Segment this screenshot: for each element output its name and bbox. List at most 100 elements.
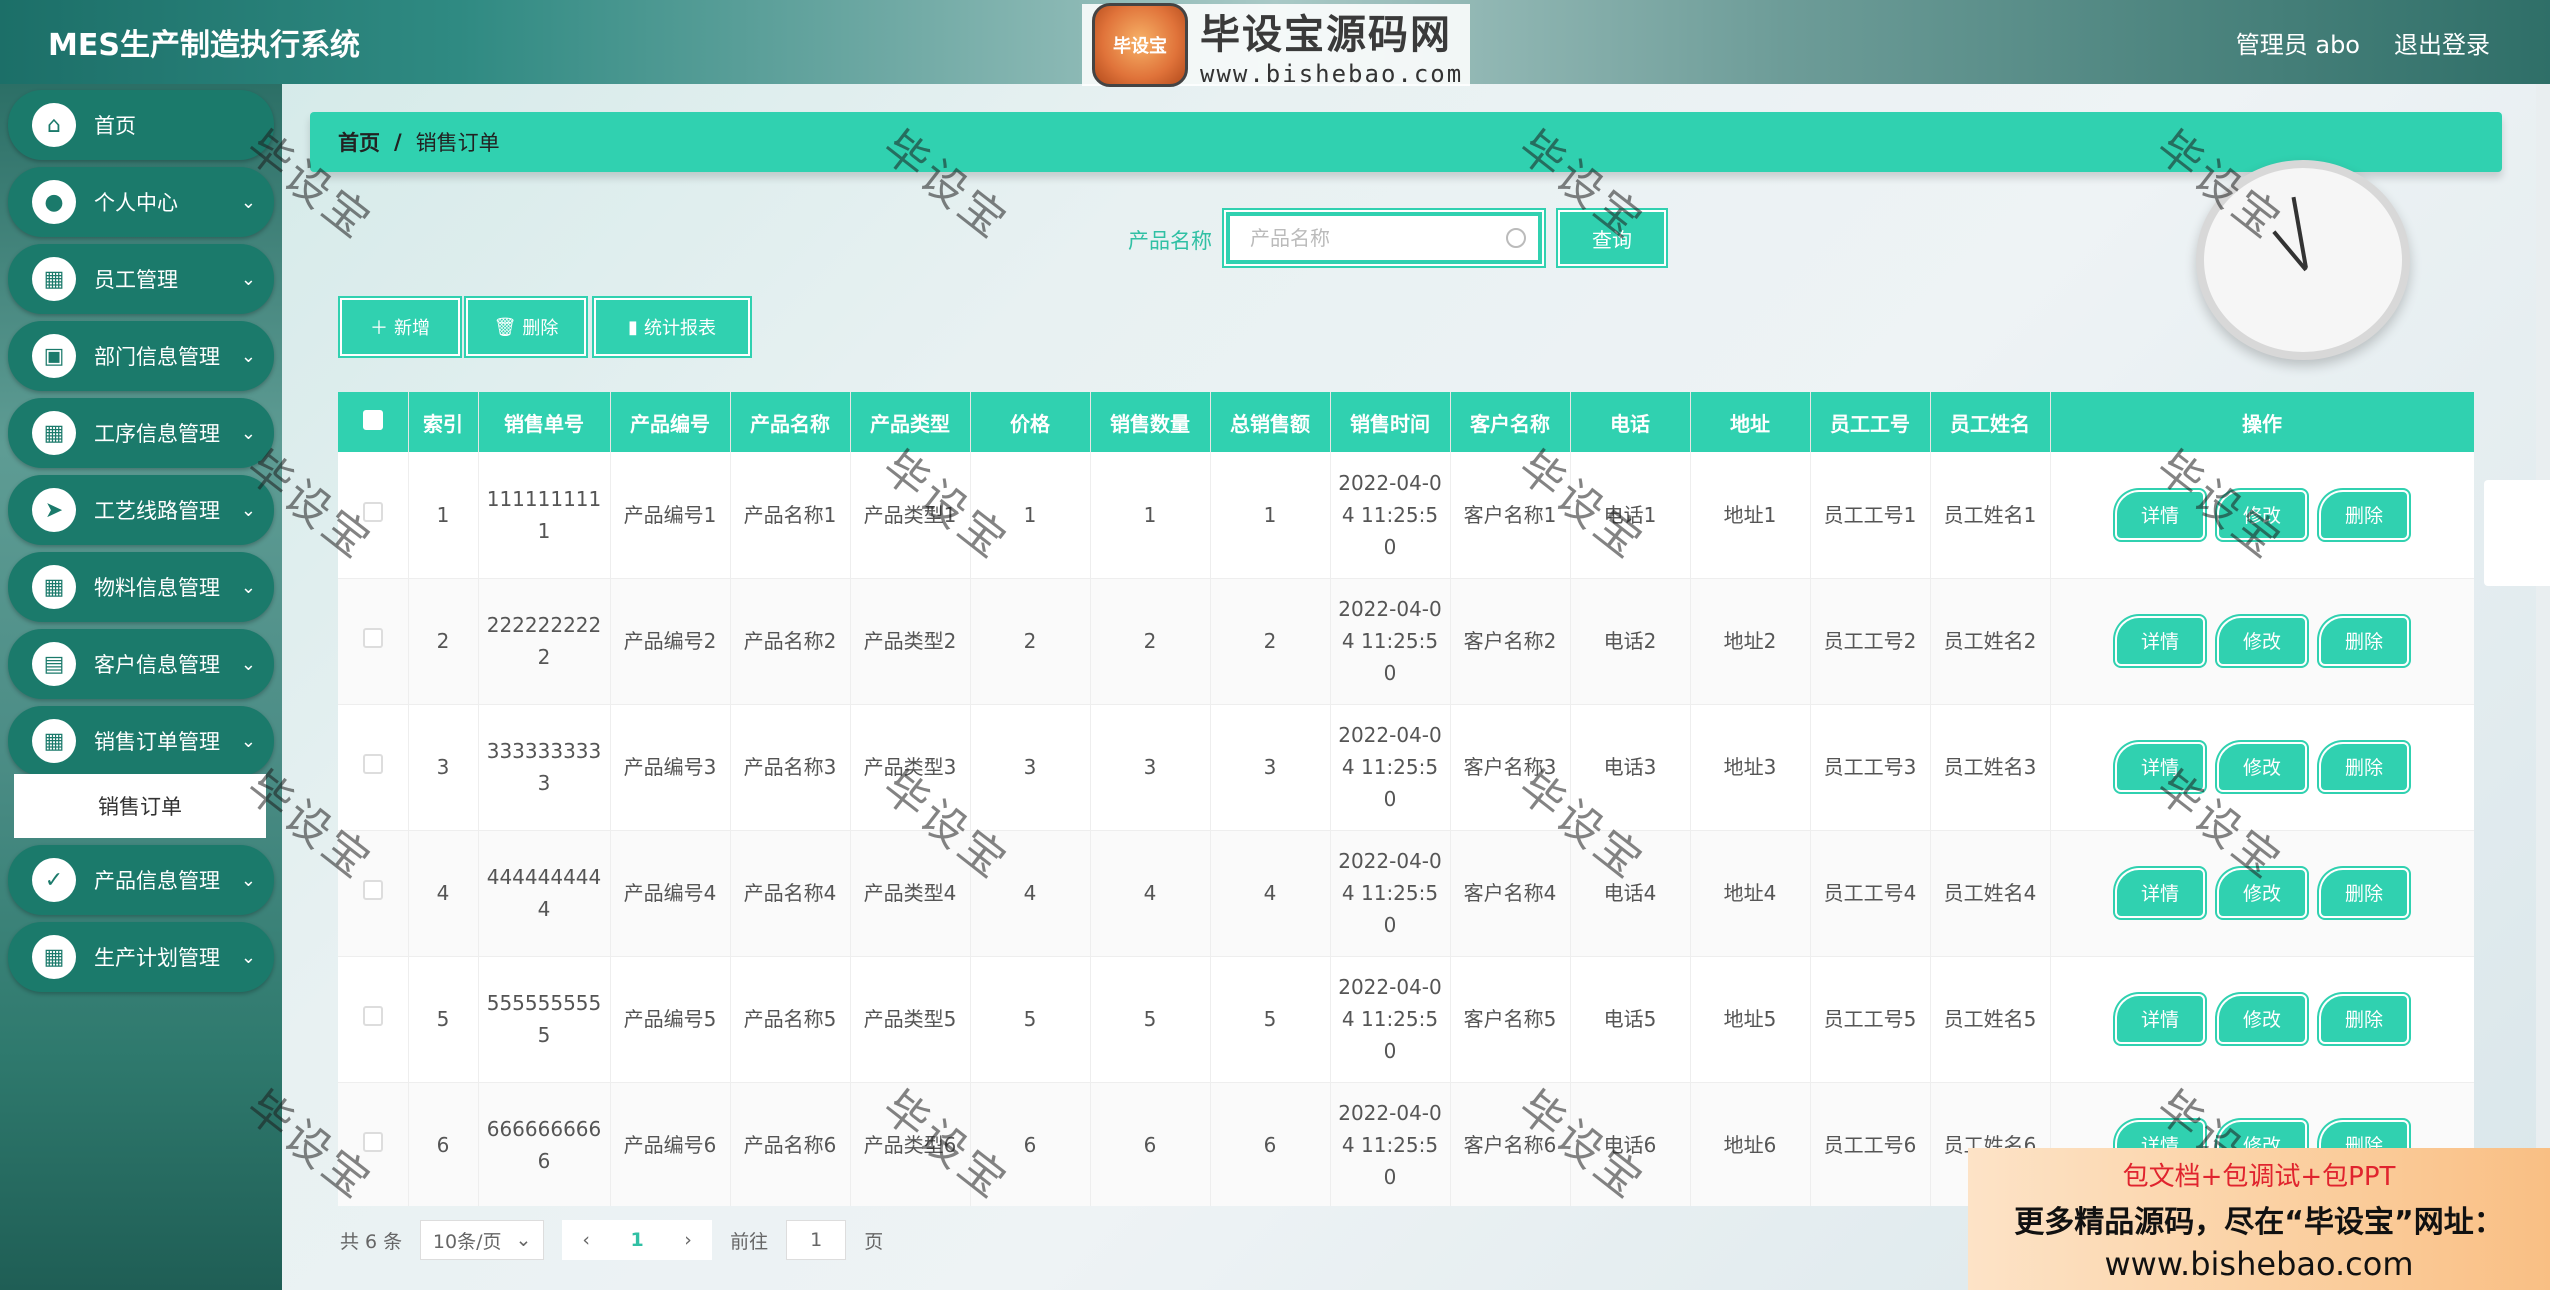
- goto-prefix: 前往: [730, 1230, 769, 1253]
- table-row: 1 1111111111 产品编号1 产品名称1 产品类型1 1 1 1 2022-04-04 …: [338, 452, 2474, 579]
- admin-user-label[interactable]: 管理员 abo: [2236, 25, 2360, 60]
- sidebar-item-employee[interactable]: ▦ 员工管理 ⌄: [8, 244, 274, 314]
- search-label: 产品名称: [1128, 229, 1212, 253]
- edit-button[interactable]: 修改: [2219, 744, 2305, 790]
- table-cell: 2: [970, 578, 1091, 705]
- edit-button[interactable]: 修改: [2219, 618, 2305, 664]
- delete-row-button[interactable]: 删除: [2321, 870, 2407, 916]
- table-cell: 2: [1210, 578, 1331, 705]
- breadcrumb-home[interactable]: 首页: [338, 127, 380, 157]
- delete-button[interactable]: 🗑 删除: [468, 300, 584, 354]
- plus-icon: ＋: [370, 318, 388, 339]
- sidebar-item-production-plan[interactable]: ▦ 生产计划管理 ⌄: [8, 922, 274, 992]
- sidebar-item-product[interactable]: ✓ 产品信息管理 ⌄: [8, 845, 274, 915]
- goto-page-input[interactable]: 1: [786, 1220, 847, 1260]
- action-cell: 详情 修改 删除: [2050, 956, 2474, 1083]
- chevron-down-icon: ⌄: [240, 191, 256, 213]
- table-cell: 2022-04-04 11:25:50: [1330, 830, 1451, 957]
- table-cell: 产品类型5: [850, 956, 971, 1083]
- sidebar-item-process[interactable]: ▦ 工序信息管理 ⌄: [8, 398, 274, 468]
- add-button[interactable]: ＋ 新增: [342, 300, 458, 354]
- row-checkbox[interactable]: [338, 830, 409, 957]
- header-user-area: 管理员 abo 退出登录: [2236, 25, 2550, 60]
- detail-button[interactable]: 详情: [2117, 744, 2203, 790]
- sidebar-item-personal-center[interactable]: ● 个人中心 ⌄: [8, 167, 274, 237]
- row-checkbox[interactable]: [338, 704, 409, 831]
- home-icon: ⌂: [32, 103, 76, 147]
- breadcrumb-current: 销售订单: [415, 131, 500, 155]
- search-input[interactable]: [1250, 226, 1500, 250]
- detail-button[interactable]: 详情: [2117, 618, 2203, 664]
- select-all-checkbox[interactable]: [338, 392, 409, 452]
- search-field: [1226, 212, 1542, 264]
- column-header: 销售单号: [478, 392, 611, 452]
- sidebar-item-label: 销售订单管理: [94, 730, 220, 754]
- stats-button-label: 统计报表: [643, 318, 716, 339]
- row-checkbox[interactable]: [338, 1082, 409, 1206]
- table-cell: 2022-04-04 11:25:50: [1330, 1082, 1451, 1206]
- action-cell: 详情 修改 删除: [2050, 452, 2474, 579]
- table-cell: 地址2: [1690, 578, 1811, 705]
- action-cell: 详情 修改 删除: [2050, 704, 2474, 831]
- scroll-thumb[interactable]: [2484, 480, 2550, 586]
- sidebar-item-home[interactable]: ⌂ 首页: [8, 90, 274, 160]
- sidebar-item-department[interactable]: ▣ 部门信息管理 ⌄: [8, 321, 274, 391]
- submenu-item-sales-order[interactable]: 销售订单: [14, 774, 266, 838]
- row-checkbox[interactable]: [338, 956, 409, 1083]
- table-row: 3 3333333333 产品编号3 产品名称3 产品类型3 3 3 3 2022-04-04 …: [338, 704, 2474, 831]
- delete-row-button[interactable]: 删除: [2321, 491, 2407, 538]
- chevron-down-icon: ⌄: [240, 499, 256, 521]
- action-cell: 详情 修改 删除: [2050, 830, 2474, 957]
- query-button[interactable]: 查询: [1560, 212, 1664, 264]
- table-cell: 产品类型4: [850, 830, 971, 957]
- table-cell: 产品编号1: [610, 452, 731, 579]
- promo-banner: 包文档+包调试+包PPT 更多精品源码，尽在“毕设宝”网址： www.bishe…: [1968, 1148, 2550, 1290]
- sidebar-item-material[interactable]: ▦ 物料信息管理 ⌄: [8, 552, 274, 622]
- column-header: 员工姓名: [1930, 392, 2051, 452]
- detail-button[interactable]: 详情: [2117, 491, 2203, 538]
- table-cell: 地址3: [1690, 704, 1811, 831]
- edit-button[interactable]: 修改: [2219, 996, 2305, 1042]
- row-checkbox[interactable]: [338, 452, 409, 579]
- edit-button[interactable]: 修改: [2219, 870, 2305, 916]
- column-header: 销售数量: [1090, 392, 1211, 452]
- page-size-select[interactable]: 10条/页 ⌄: [420, 1220, 545, 1260]
- delete-row-button[interactable]: 删除: [2321, 996, 2407, 1042]
- table-cell: 2022-04-04 11:25:50: [1330, 578, 1451, 705]
- grid-icon: ▦: [32, 565, 76, 609]
- stats-report-button[interactable]: ▮ 统计报表: [596, 300, 748, 354]
- table-cell: 产品类型6: [850, 1082, 971, 1206]
- next-page-icon[interactable]: ›: [684, 1229, 692, 1251]
- edit-button[interactable]: 修改: [2219, 491, 2305, 538]
- grid-icon: ▦: [32, 257, 76, 301]
- table-cell: 客户名称1: [1450, 452, 1571, 579]
- table-cell: 地址4: [1690, 830, 1811, 957]
- table-cell: 地址5: [1690, 956, 1811, 1083]
- chevron-down-icon: ⌄: [240, 653, 256, 675]
- sidebar-item-label: 首页: [94, 114, 136, 138]
- grid-icon: ▦: [32, 411, 76, 455]
- table-cell: 客户名称3: [1450, 704, 1571, 831]
- delete-row-button[interactable]: 删除: [2321, 618, 2407, 664]
- current-page[interactable]: 1: [631, 1229, 644, 1251]
- total-count: 共 6 条: [340, 1230, 403, 1253]
- column-header: 客户名称: [1450, 392, 1571, 452]
- detail-button[interactable]: 详情: [2117, 996, 2203, 1042]
- sidebar-item-customer[interactable]: ▤ 客户信息管理 ⌄: [8, 629, 274, 699]
- prev-page-icon[interactable]: ‹: [582, 1229, 590, 1251]
- table-cell: 4: [1210, 830, 1331, 957]
- search-icon: [1506, 228, 1526, 248]
- table-cell: 1: [1090, 452, 1211, 579]
- sidebar-item-sales-order[interactable]: ▦ 销售订单管理 ⌄: [8, 706, 274, 776]
- column-header: 地址: [1690, 392, 1811, 452]
- table-cell: 电话3: [1570, 704, 1691, 831]
- delete-row-button[interactable]: 删除: [2321, 744, 2407, 790]
- table-cell: 员工姓名3: [1930, 704, 2051, 831]
- page-scrollbar[interactable]: [2536, 84, 2550, 1290]
- page-size-value: 10条/页: [432, 1230, 502, 1253]
- row-checkbox[interactable]: [338, 578, 409, 705]
- detail-button[interactable]: 详情: [2117, 870, 2203, 916]
- action-cell: 详情 修改 删除: [2050, 578, 2474, 705]
- sidebar-item-route[interactable]: ➤ 工艺线路管理 ⌄: [8, 475, 274, 545]
- logout-link[interactable]: 退出登录: [2394, 25, 2490, 60]
